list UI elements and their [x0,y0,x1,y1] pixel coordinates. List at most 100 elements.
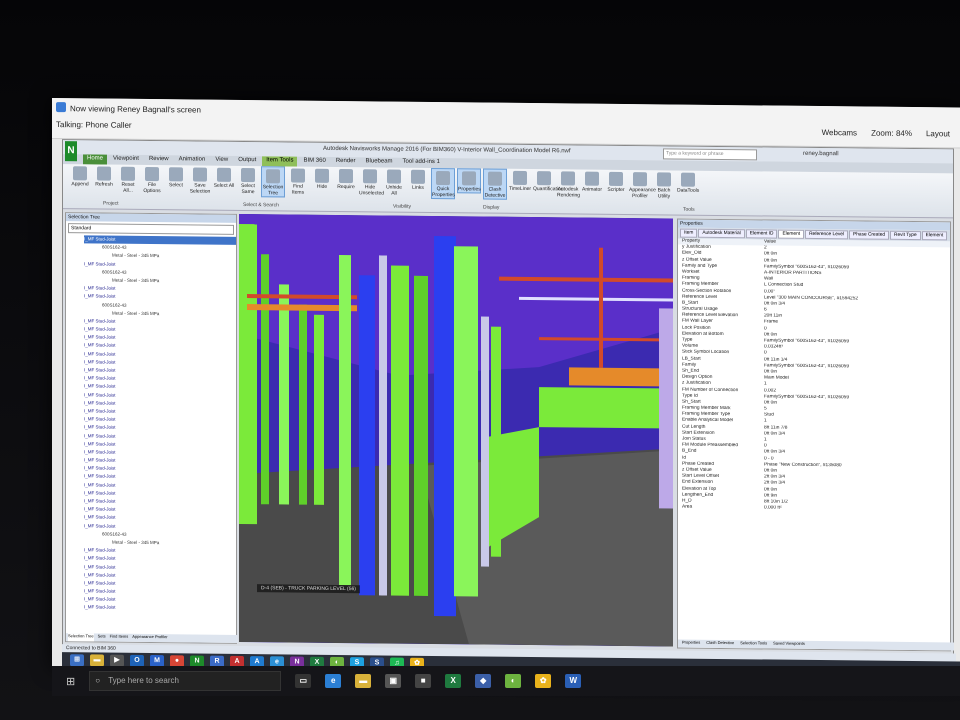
ribbon-button-label: Hide Unselected [359,184,385,197]
ribbon-button-label: Find Items [291,183,305,196]
user-name[interactable]: reney.bagnall [803,151,839,157]
profile-icon[interactable]: ◆ [475,674,492,688]
ribbon-button[interactable]: Select All [213,166,235,189]
properties-tab[interactable]: Revit Type [890,230,921,241]
ribbon-button-icon [657,172,671,187]
ribbon-button[interactable]: TimeLiner [509,169,531,192]
property-name: Area [682,504,693,510]
ribbon-button-label: Refresh [95,181,113,188]
properties-tab[interactable]: Element ID [745,229,778,239]
ribbon-button-icon [145,166,159,182]
layout-button[interactable]: Layout [926,129,950,138]
ribbon-button[interactable]: Properties [457,168,481,194]
ribbon-button[interactable]: Hide [311,167,333,190]
ribbon-button[interactable]: Animator [581,170,603,193]
properties-tab[interactable]: Item [680,228,698,238]
ribbon-tab[interactable]: Animation [175,155,210,165]
store-icon[interactable]: ▣ [385,674,402,688]
ribbon-button[interactable]: Hide Unselected [359,167,385,197]
tree-tab[interactable]: Appearance Profiler [132,634,167,642]
ribbon-button-label: Autodesk Rendering [557,186,581,199]
ribbon-button-label: Unhide All [386,184,402,197]
app-square-icon[interactable]: ■ [415,674,432,688]
start-icon[interactable]: ⊞ [66,675,75,688]
properties-bottom-tab[interactable]: Properties [682,640,700,648]
properties-tab[interactable]: Element [778,229,805,239]
ribbon-group-label: Display [483,204,500,211]
edge-icon[interactable]: e [325,674,342,688]
ribbon-button-icon [73,166,87,181]
ribbon-tab[interactable]: Viewpoint [109,155,143,165]
ribbon-button[interactable]: Save Selection [189,165,211,195]
properties-panel: Properties Item Autodesk Material Element … [677,218,954,652]
properties-bottom-tab[interactable]: Clash Detective [706,640,734,648]
ribbon-button-icon [169,167,183,182]
word-icon[interactable]: W [565,674,582,688]
properties-bottom-tab[interactable]: Selection Tools [740,640,767,648]
ribbon-button-label: Select [169,182,183,189]
ribbon-button[interactable]: Unhide All [383,167,405,197]
ribbon-button[interactable]: File Options [141,165,163,194]
ribbon-button[interactable]: Scripter [605,170,627,193]
ribbon-toolbar: Append Refresh Reset All... File Options Sel… [63,164,953,219]
file-explorer-icon[interactable]: ▬ [355,674,372,688]
ribbon-tab[interactable]: Home [83,154,108,165]
tree-tab[interactable]: Sets [98,633,106,641]
ribbon-button[interactable]: Clash Detective [483,168,507,200]
ribbon-button-label: Require [337,183,355,191]
ribbon-button-label: Select Same [241,182,255,196]
taskbar-search-input[interactable]: Type here to search [89,671,282,691]
app-green-icon[interactable]: ◐ [505,674,522,688]
properties-bottom-tab[interactable]: Saved Viewpoints [773,641,805,649]
properties-tab[interactable]: Reference Level [805,229,849,240]
tree-tab[interactable]: Find Items [110,634,129,642]
ribbon-tab[interactable]: BIM 360 [299,157,329,167]
ribbon-button[interactable]: Quick Properties [431,167,455,200]
help-search-input[interactable]: Type a keyword or phrase [663,148,757,161]
selection-tree-header: Selection Tree [66,213,236,223]
explorer-icon[interactable]: ▬ [90,654,104,667]
ribbon-button-icon [266,169,280,184]
flower-icon[interactable]: ✿ [535,674,552,688]
tree-item[interactable]: I_MF Stud-Joist [84,604,236,614]
task-view-icon[interactable]: ▭ [295,674,312,688]
ribbon-button-label: Properties [458,186,481,193]
ribbon-button[interactable]: Autodesk Rendering [557,169,581,199]
excel-icon[interactable]: X [445,674,462,688]
ribbon-button[interactable]: Quantification [533,169,564,192]
navisworks-logo-icon[interactable]: N [65,141,77,162]
properties-tab[interactable]: Phase Created [849,230,890,240]
ribbon-button[interactable]: Refresh [93,164,115,188]
ribbon-button[interactable]: Reset All... [117,165,139,194]
ribbon-tab[interactable]: Output [234,156,260,166]
ribbon-tab[interactable]: Render [332,157,360,167]
ribbon-button[interactable]: Selection Tree [261,166,285,198]
media-icon[interactable]: ▶ [110,654,124,667]
ribbon-button[interactable]: DataTools [677,171,699,194]
3d-viewport[interactable]: D-4 (SEB) - TRUCK PARKING LEVEL (56) [239,213,673,647]
ribbon-button[interactable]: Batch Utility [653,170,675,199]
ribbon-button[interactable]: Select Same [237,166,259,195]
ribbon-tab[interactable]: Item Tools [262,156,298,167]
tree-tab[interactable]: Selection Tree [68,633,94,642]
tree-bottom-tabs: Selection Tree Sets Find Items Appearance P… [66,633,238,643]
window-title: Autodesk Navisworks Manage 2016 (For BIM… [323,145,571,155]
properties-tab[interactable]: Element [921,231,948,241]
zoom-control[interactable]: Zoom: 84% [871,129,912,138]
webcams-button[interactable]: Webcams [822,128,857,137]
ribbon-tab[interactable]: Review [145,155,173,165]
ribbon-button[interactable]: Select [165,165,187,188]
windows-icon[interactable]: ⊞ [70,654,84,667]
ribbon-button[interactable]: Links [407,168,429,191]
ribbon-tab[interactable]: Bluebeam [362,157,397,167]
tree-items: I_MF Stud-Joist 600S162-43 Metal - Steel -… [66,235,236,613]
ribbon-button[interactable]: Find Items [287,166,309,196]
ribbon-tab[interactable]: Tool add-ins 1 [399,158,444,168]
properties-tab[interactable]: Autodesk Material [698,228,745,239]
ribbon-group-label: Project [103,200,119,207]
ribbon-tab[interactable]: View [211,156,232,166]
ribbon-button[interactable]: Append [69,164,91,187]
ribbon-button[interactable]: Require [335,167,357,190]
ribbon-button[interactable]: Appearance Profiler [629,170,656,199]
tree-mode-select[interactable]: Standard [68,223,234,235]
